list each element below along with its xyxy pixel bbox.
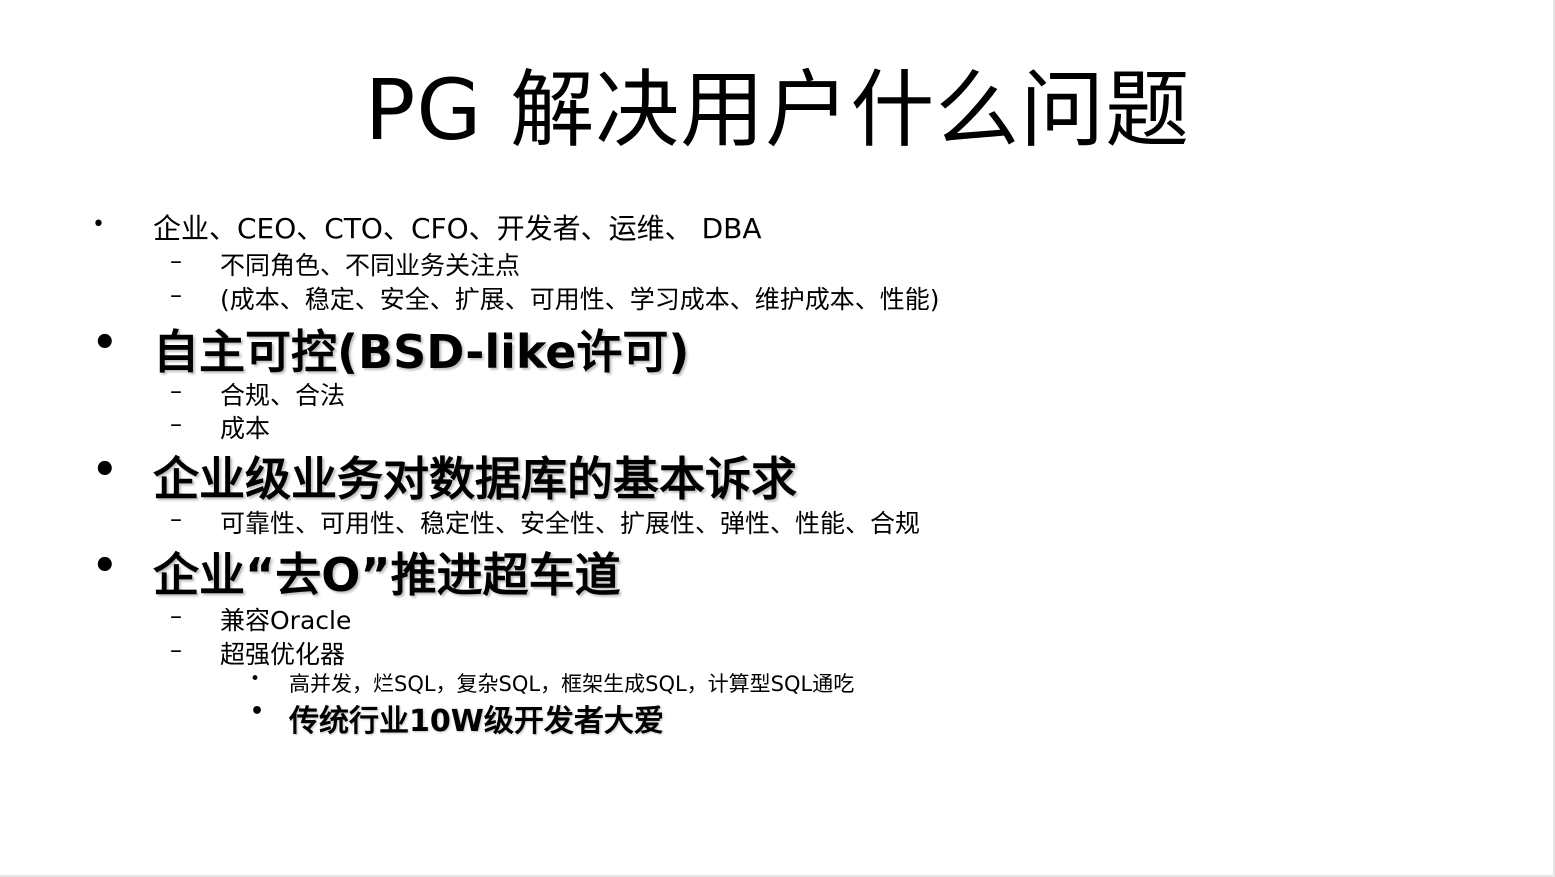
sub-item-text: 合规、合法	[220, 381, 346, 410]
sub-item-text: (成本、稳定、安全、扩展、可用性、学习成本、维护成本、性能)	[220, 285, 940, 314]
small-bullet-icon: •	[250, 699, 265, 724]
dash-icon: –	[170, 636, 182, 664]
bullet-text: 企业“去O”推进超车道	[153, 548, 621, 602]
sub-item-text: 成本	[220, 414, 271, 443]
bullet-text: 企业级业务对数据库的基本诉求	[153, 452, 797, 506]
dash-icon: –	[170, 602, 182, 630]
sub-item-text: 兼容Oracle	[220, 606, 352, 635]
bullet-icon: •	[92, 212, 105, 237]
sub-item-text: 超强优化器	[220, 640, 346, 669]
sub-item-text: 可靠性、可用性、稳定性、安全性、扩展性、弹性、性能、合规	[220, 509, 921, 538]
slide-title: PG 解决用户什么问题	[364, 61, 1191, 159]
dash-icon: –	[170, 410, 182, 438]
bullet-text: 企业、CEO、CTO、CFO、开发者、运维、 DBA	[153, 212, 762, 245]
bullet-icon: •	[92, 447, 118, 493]
bullet-icon: •	[92, 320, 118, 366]
sub-sub-item-text: 传统行业10W级开发者大爱	[289, 704, 664, 739]
bullet-text: 自主可控(BSD-like许可)	[153, 325, 690, 379]
presentation-slide: PG 解决用户什么问题 • 企业、CEO、CTO、CFO、开发者、运维、 DBA…	[0, 0, 1555, 877]
sub-sub-item-text: 高并发，烂SQL，复杂SQL，框架生成SQL，计算型SQL通吃	[289, 672, 855, 696]
dash-icon: –	[170, 377, 182, 405]
dash-icon: –	[170, 281, 182, 309]
sub-item-text: 不同角色、不同业务关注点	[220, 251, 521, 280]
bullet-icon: •	[92, 543, 118, 589]
dash-icon: –	[170, 247, 182, 275]
small-bullet-icon: •	[250, 669, 261, 689]
dash-icon: –	[170, 505, 182, 533]
